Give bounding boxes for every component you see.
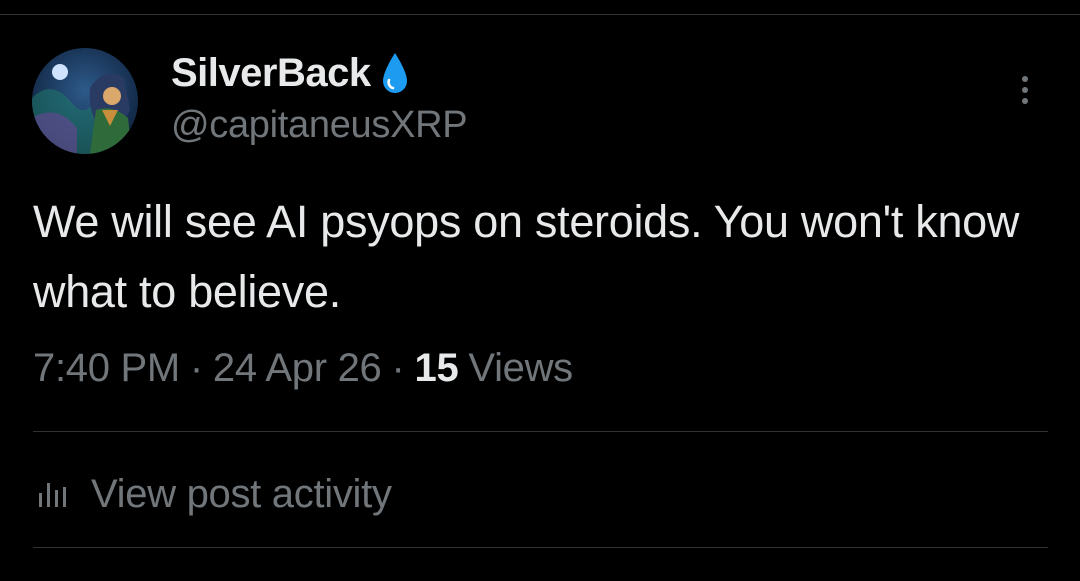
post-text: We will see AI psyops on steroids. You w… [33, 196, 1020, 317]
view-post-activity-button[interactable]: View post activity [37, 468, 392, 520]
bar-chart-icon [37, 479, 73, 509]
post-date[interactable]: 24 Apr 26 [213, 346, 382, 391]
water-drop-icon [379, 49, 411, 97]
avatar[interactable] [32, 48, 138, 154]
more-dot [1022, 87, 1028, 93]
post-meta: 7:40 PM · 24 Apr 26 · 15 Views [33, 346, 573, 391]
more-dot [1022, 98, 1028, 104]
meta-separator: · [189, 346, 203, 390]
more-vertical-icon [1022, 76, 1028, 82]
author-name-row[interactable]: SilverBack [171, 48, 411, 98]
meta-divider [33, 431, 1048, 432]
top-divider [0, 14, 1080, 15]
view-post-activity-label: View post activity [91, 471, 392, 516]
bottom-divider [33, 547, 1048, 548]
more-options-button[interactable] [1008, 70, 1042, 110]
views-count: 15 [414, 346, 459, 390]
display-name[interactable]: SilverBack [171, 51, 371, 96]
post-time[interactable]: 7:40 PM [33, 346, 180, 391]
author-handle[interactable]: @capitaneusXRP [171, 104, 468, 147]
views-label: Views [468, 346, 573, 390]
meta-separator: · [391, 346, 405, 390]
